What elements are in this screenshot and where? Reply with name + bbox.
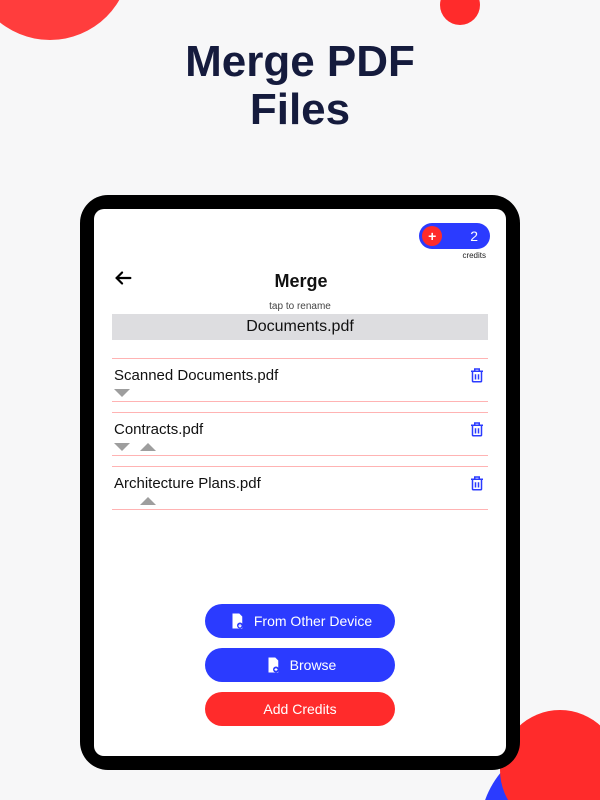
bg-decoration [440,0,480,25]
file-add-icon [264,656,282,674]
output-filename-field[interactable]: Documents.pdf [112,314,488,340]
page-title: Merge [114,271,488,292]
bg-decoration [0,0,130,40]
button-label: Add Credits [263,701,336,717]
credits-widget: + 2 credits [419,223,490,260]
tablet-frame: + 2 credits Merge tap to rename Document… [80,195,520,770]
delete-icon[interactable] [468,365,486,385]
rename-hint: tap to rename [112,301,488,312]
file-name: Scanned Documents.pdf [114,367,278,384]
file-row: Architecture Plans.pdf [112,466,488,510]
from-other-device-button[interactable]: From Other Device [205,604,395,638]
file-name: Architecture Plans.pdf [114,475,261,492]
browse-button[interactable]: Browse [205,648,395,682]
credits-pill[interactable]: + 2 [419,223,490,249]
move-up-icon[interactable] [140,443,156,451]
app-screen: + 2 credits Merge tap to rename Document… [94,209,506,756]
delete-icon[interactable] [468,473,486,493]
add-credits-icon[interactable]: + [422,226,442,246]
button-label: Browse [290,657,337,673]
file-row: Scanned Documents.pdf [112,358,488,402]
button-label: From Other Device [254,613,372,629]
move-down-icon[interactable] [114,443,130,451]
hero-title: Merge PDF Files [0,38,600,135]
add-credits-button[interactable]: Add Credits [205,692,395,726]
delete-icon[interactable] [468,419,486,439]
file-list: Scanned Documents.pdf Contracts.pdf [112,358,488,510]
file-row: Contracts.pdf [112,412,488,456]
credits-label: credits [419,251,490,260]
file-name: Contracts.pdf [114,421,203,438]
credits-count: 2 [470,228,478,244]
file-receive-icon [228,612,246,630]
move-up-icon[interactable] [140,497,156,505]
move-down-icon[interactable] [114,389,130,397]
